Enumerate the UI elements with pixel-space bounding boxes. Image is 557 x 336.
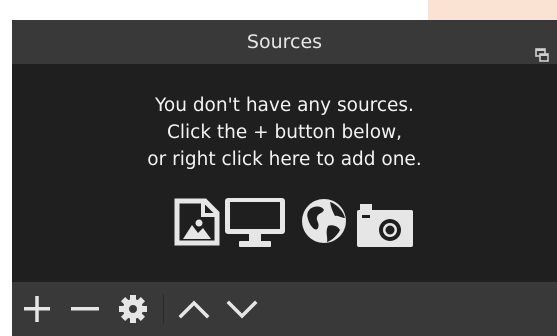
toolbar-separator	[163, 294, 164, 324]
display-capture-icon	[225, 198, 285, 247]
source-type-icons	[174, 192, 414, 248]
move-source-up-button[interactable]	[176, 292, 212, 326]
browser-globe-icon	[302, 199, 346, 243]
background-accent-strip	[428, 0, 557, 20]
sources-toolbar	[12, 282, 557, 336]
hint-line-3: or right click here to add one.	[147, 149, 422, 170]
chevron-down-icon	[226, 300, 258, 319]
chevron-up-icon	[178, 300, 210, 319]
hint-line-2: Click the + button below,	[166, 122, 403, 143]
float-dock-icon[interactable]	[535, 34, 549, 62]
plus-icon	[24, 296, 50, 322]
hint-line-1: You don't have any sources.	[155, 95, 414, 116]
source-properties-button[interactable]	[115, 292, 151, 326]
gear-icon	[119, 295, 147, 323]
image-source-icon	[174, 198, 220, 246]
sources-list-empty-area[interactable]: You don't have any sources. Click the + …	[12, 64, 557, 282]
empty-sources-hint: You don't have any sources. Click the + …	[12, 92, 557, 173]
move-source-down-button[interactable]	[224, 292, 260, 326]
camera-icon	[357, 204, 413, 247]
sources-dock-title: Sources	[246, 31, 323, 53]
screen: Sources You don't have any sources. Clic…	[0, 0, 557, 336]
remove-source-button[interactable]	[67, 292, 103, 326]
add-source-button[interactable]	[19, 292, 55, 326]
sources-dock-titlebar[interactable]: Sources	[12, 20, 557, 64]
sources-dock: Sources You don't have any sources. Clic…	[12, 20, 557, 336]
minus-icon	[71, 307, 99, 311]
